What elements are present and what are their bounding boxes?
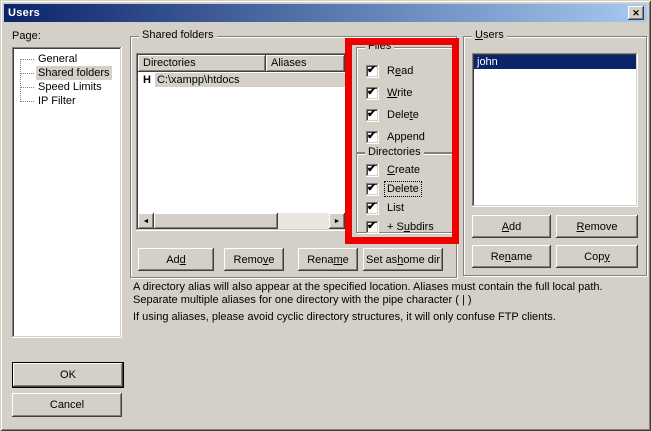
remove-user-button[interactable]: Remove: [556, 215, 638, 238]
checkbox-row-append[interactable]: ✔ Append: [366, 130, 427, 144]
files-group: Files ✔ Read ✔ Write ✔ Delete ✔ Append: [356, 47, 453, 153]
users-dialog-window: Users ✕ Page: General Shared folders Spe…: [0, 0, 651, 431]
shared-folders-group: Shared folders Directories Aliases H C:\…: [130, 36, 457, 278]
window-title: Users: [4, 7, 40, 19]
add-directory-button[interactable]: Add: [138, 248, 214, 271]
directory-path[interactable]: C:\xampp\htdocs: [155, 73, 345, 87]
delete-dir-checkbox[interactable]: ✔: [366, 183, 379, 196]
checkbox-row-list[interactable]: ✔ List: [366, 201, 406, 215]
check-icon: ✔: [367, 63, 376, 78]
checkbox-row-delete-dir[interactable]: ✔ Delete: [366, 182, 421, 196]
write-checkbox-label: Write: [385, 86, 414, 100]
page-label: Page:: [12, 30, 41, 42]
tree-item-label[interactable]: Shared folders: [36, 66, 112, 80]
directories-listview[interactable]: Directories Aliases H C:\xampp\htdocs ◄ …: [136, 53, 347, 231]
tree-item-shared-folders[interactable]: Shared folders: [12, 66, 122, 80]
checkbox-row-write[interactable]: ✔ Write: [366, 86, 414, 100]
shared-folders-group-title: Shared folders: [139, 29, 217, 42]
table-row[interactable]: H C:\xampp\htdocs: [138, 72, 345, 88]
checkbox-row-create[interactable]: ✔ Create: [366, 163, 422, 177]
subdirs-checkbox-label: + Subdirs: [385, 220, 436, 234]
check-icon: ✔: [367, 162, 376, 177]
list-checkbox-label: List: [385, 201, 406, 215]
user-list-item[interactable]: john: [474, 55, 636, 69]
tree-item-label[interactable]: Speed Limits: [36, 80, 104, 94]
delete-file-checkbox-label: Delete: [385, 108, 421, 122]
read-checkbox[interactable]: ✔: [366, 65, 379, 78]
checkbox-row-read[interactable]: ✔ Read: [366, 64, 415, 78]
home-directory-marker: H: [138, 74, 155, 86]
checkbox-row-delete-file[interactable]: ✔ Delete: [366, 108, 421, 122]
alias-note-text: A directory alias will also appear at th…: [133, 281, 635, 307]
scrollbar-thumb[interactable]: [154, 213, 278, 229]
delete-file-checkbox[interactable]: ✔: [366, 109, 379, 122]
scroll-left-arrow-icon: ◄: [143, 218, 150, 225]
read-checkbox-label: Read: [385, 64, 415, 78]
scroll-right-button[interactable]: ►: [329, 213, 345, 229]
scroll-left-button[interactable]: ◄: [138, 213, 154, 229]
scroll-right-arrow-icon: ►: [334, 218, 341, 225]
write-checkbox[interactable]: ✔: [366, 87, 379, 100]
check-icon: ✔: [367, 219, 376, 234]
title-bar[interactable]: Users ✕: [4, 4, 647, 22]
users-listbox[interactable]: john: [472, 53, 638, 207]
files-group-title: Files: [365, 40, 394, 53]
cyclic-note-text: If using aliases, please avoid cyclic di…: [133, 311, 635, 324]
create-checkbox[interactable]: ✔: [366, 164, 379, 177]
delete-dir-checkbox-label: Delete: [385, 182, 421, 196]
set-as-home-dir-button[interactable]: Set as home dir: [363, 248, 443, 271]
tree-item-label[interactable]: General: [36, 52, 79, 66]
close-icon: ✕: [632, 8, 640, 19]
scrollbar-track[interactable]: [278, 213, 329, 229]
list-checkbox[interactable]: ✔: [366, 202, 379, 215]
cancel-button[interactable]: Cancel: [12, 393, 122, 417]
check-icon: ✔: [367, 85, 376, 100]
horizontal-scrollbar[interactable]: ◄ ►: [138, 213, 345, 229]
tree-item-ip-filter[interactable]: IP Filter: [12, 94, 122, 108]
users-group: Users john Add Remove Rename Copy: [463, 36, 647, 276]
listview-header: Directories Aliases: [138, 55, 345, 72]
checkbox-row-subdirs[interactable]: ✔ + Subdirs: [366, 220, 436, 234]
tree-item-speed-limits[interactable]: Speed Limits: [12, 80, 122, 94]
directories-group: Directories ✔ Create ✔ Delete ✔ List ✔ +…: [356, 153, 453, 233]
copy-user-button[interactable]: Copy: [556, 245, 638, 268]
column-header-aliases[interactable]: Aliases: [266, 55, 345, 72]
append-checkbox-label: Append: [385, 130, 427, 144]
add-user-button[interactable]: Add: [472, 215, 551, 238]
directories-group-title: Directories: [365, 146, 424, 159]
append-checkbox[interactable]: ✔: [366, 131, 379, 144]
page-tree: General Shared folders Speed Limits IP F…: [12, 47, 122, 338]
rename-user-button[interactable]: Rename: [472, 245, 551, 268]
ok-button[interactable]: OK: [12, 362, 124, 388]
check-icon: ✔: [367, 200, 376, 215]
users-group-title: Users: [472, 29, 507, 42]
check-icon: ✔: [367, 181, 376, 196]
tree-item-label[interactable]: IP Filter: [36, 94, 78, 108]
tree-item-general[interactable]: General: [12, 52, 122, 66]
check-icon: ✔: [367, 107, 376, 122]
subdirs-checkbox[interactable]: ✔: [366, 221, 379, 234]
rename-directory-button[interactable]: Rename: [298, 248, 358, 271]
remove-directory-button[interactable]: Remove: [224, 248, 284, 271]
check-icon: ✔: [367, 129, 376, 144]
column-header-directories[interactable]: Directories: [138, 55, 266, 72]
close-button[interactable]: ✕: [628, 6, 644, 20]
create-checkbox-label: Create: [385, 163, 422, 177]
